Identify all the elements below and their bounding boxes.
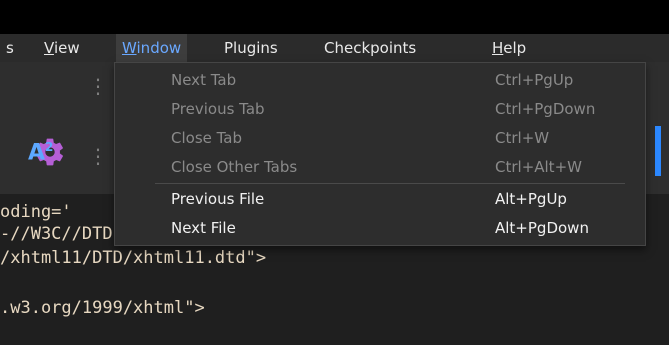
menu-window[interactable]: Window <box>116 34 188 62</box>
toolbar-dots-bottom[interactable]: ⋮ <box>88 144 108 168</box>
menu-item-label: Next File <box>171 219 236 237</box>
menu-item-label: Close Tab <box>171 129 243 147</box>
scroll-accent <box>655 126 661 176</box>
menu-view[interactable]: View <box>38 34 86 62</box>
menu-item-previous-tab[interactable]: Previous Tab Ctrl+PgDown <box>115 95 645 124</box>
menu-item-shortcut: Ctrl+Alt+W <box>495 158 582 176</box>
menu-item-shortcut: Ctrl+PgDown <box>495 100 596 118</box>
toolbar-dots-top[interactable]: ⋮ <box>88 74 108 98</box>
window-menu-dropdown: Next Tab Ctrl+PgUp Previous Tab Ctrl+PgD… <box>114 62 646 246</box>
menu-item-label: Next Tab <box>171 71 237 89</box>
menu-item-shortcut: Alt+PgUp <box>495 190 567 208</box>
code-line-1: oding=' <box>0 202 72 222</box>
menu-separator <box>155 183 625 184</box>
menu-item-next-file[interactable]: Next File Alt+PgDown <box>115 214 645 243</box>
menu-item-shortcut: Ctrl+PgUp <box>495 71 574 89</box>
menu-item-label: Close Other Tabs <box>171 158 298 176</box>
help-mnemonic: H <box>492 39 504 57</box>
menu-help[interactable]: Help <box>486 34 532 62</box>
menu-item-label: Previous File <box>171 190 265 208</box>
code-line-5: .w3.org/1999/xhtml"> <box>0 298 205 318</box>
title-bar <box>0 0 669 34</box>
menu-item-close-other-tabs[interactable]: Close Other Tabs Ctrl+Alt+W <box>115 153 645 182</box>
code-line-3: /xhtml11/DTD/xhtml11.dtd"> <box>0 248 267 268</box>
menu-tools[interactable]: s <box>0 34 20 62</box>
menu-item-previous-file[interactable]: Previous File Alt+PgUp <box>115 185 645 214</box>
menu-checkpoints[interactable]: Checkpoints <box>318 34 422 62</box>
menu-item-next-tab[interactable]: Next Tab Ctrl+PgUp <box>115 66 645 95</box>
font-size-icon[interactable]: A2 <box>28 140 53 165</box>
window-mnemonic: W <box>122 39 137 57</box>
view-mnemonic: V <box>44 39 54 57</box>
menu-bar: s View Window Plugins Checkpoints Help <box>0 34 669 62</box>
menu-item-label: Previous Tab <box>171 100 265 118</box>
menu-item-shortcut: Ctrl+W <box>495 129 550 147</box>
menu-plugins[interactable]: Plugins <box>218 34 284 62</box>
menu-item-shortcut: Alt+PgDown <box>495 219 589 237</box>
menu-item-close-tab[interactable]: Close Tab Ctrl+W <box>115 124 645 153</box>
